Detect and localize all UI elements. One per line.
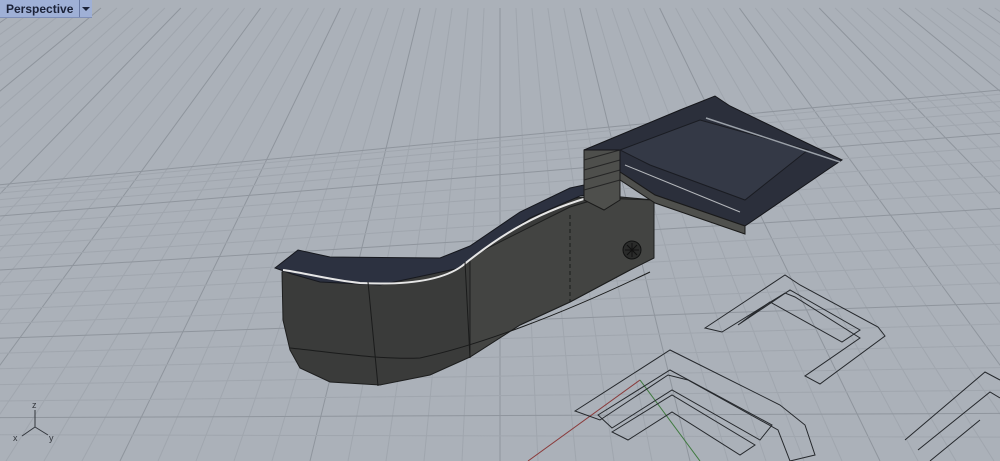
- model-object[interactable]: [273, 95, 844, 387]
- body-side-panel[interactable]: [469, 197, 655, 358]
- chevron-down-icon[interactable]: [79, 0, 92, 17]
- screw-marks: [625, 243, 639, 257]
- outline-curve-2[interactable]: [737, 289, 861, 343]
- y-axis-label: y: [49, 433, 54, 443]
- viewport-title[interactable]: Perspective: [0, 0, 79, 17]
- outline-curve-3[interactable]: [573, 349, 816, 461]
- viewport-canvas[interactable]: z x y: [0, 0, 1000, 461]
- perspective-viewport[interactable]: z x y Perspective: [0, 0, 1000, 461]
- axis-gizmo: z x y: [13, 400, 54, 443]
- outline-curve-4[interactable]: [597, 369, 773, 441]
- y-axis-line: [639, 379, 701, 461]
- plane-curves[interactable]: [573, 274, 1000, 461]
- x-axis-label: x: [13, 433, 18, 443]
- z-axis-label: z: [32, 400, 37, 410]
- viewport-tab[interactable]: Perspective: [0, 0, 93, 18]
